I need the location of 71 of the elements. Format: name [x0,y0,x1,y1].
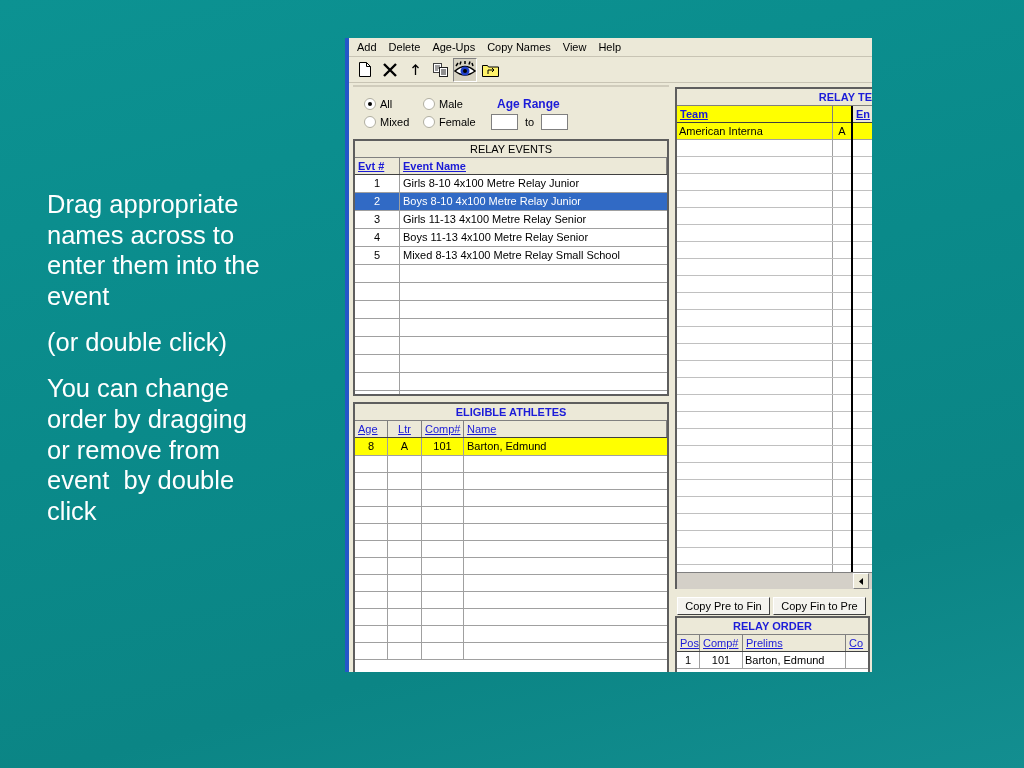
menu-item[interactable]: Add [357,38,377,56]
table-title: RELAY TE [677,89,872,106]
table-cell: 4 [355,229,400,246]
table-cell: American Interna [677,123,833,139]
table-cell: 1 [677,652,700,668]
menu-item[interactable]: Copy Names [487,38,551,56]
table-cell-text: A [837,123,847,139]
menu-item[interactable]: Delete [388,38,421,56]
table-cell: A [388,438,422,455]
table-cell: 101 [700,652,743,668]
table-row[interactable]: 1 Girls 8-10 4x100 Metre Relay Junior [355,175,667,193]
table-cell: 5 [355,247,400,264]
slide-paragraph: Drag appropriate names across to enter them into the event [47,189,261,312]
toolbar-button[interactable] [453,57,477,82]
slide-paragraph: You can change order by dragging or remove from event by double click [47,373,248,527]
table-cell: 2 [355,193,400,210]
menu-item[interactable]: Age-Ups [432,38,476,56]
table-cell-text: Girls 8-10 4x100 Metre Relay Junior [402,176,581,192]
slide-paragraph: (or double click) [47,327,228,358]
to-label: to [525,114,535,130]
menu-item[interactable]: View [562,38,587,56]
table-cell-text: Girls 11-13 4x100 Metre Relay Senior [402,212,588,228]
column-header[interactable]: Team [677,106,833,122]
copy-button[interactable]: Copy Fin to Pre [773,597,866,615]
table-row[interactable]: 4 Boys 11-13 4x100 Metre Relay Senior [355,229,667,247]
table-cell: 101 [422,438,464,455]
menu-item[interactable]: Help [598,38,622,56]
copy-icon [432,62,448,77]
radio-option[interactable]: Male [423,95,491,113]
age-range-label: Age Range [497,96,560,113]
left-arrow-icon [859,577,863,585]
column-header[interactable]: Ltr [388,421,422,437]
column-header[interactable]: Comp# [700,635,743,651]
radio-option[interactable]: Mixed [364,113,423,131]
copy-button[interactable]: Copy Pre to Fin [677,597,770,615]
table-cell: Barton, Edmund [743,652,846,668]
table-cell-text: Barton, Edmund [466,439,548,455]
column-header[interactable]: Prelims [743,635,846,651]
column-header[interactable]: Co [846,635,868,651]
column-header[interactable]: Name [464,421,667,437]
table-cell-text: Mixed 8-13 4x100 Metre Relay Small School [402,248,622,264]
radio-option[interactable]: Female [423,113,491,131]
table-cell: 1 [355,175,400,192]
table-title: RELAY ORDER [677,618,868,635]
column-header[interactable]: Event Name [400,158,667,174]
table-cell: 8 [355,438,388,455]
eye-icon [454,60,476,79]
column-header[interactable]: Pos [677,635,700,651]
table-row[interactable]: 3 Girls 11-13 4x100 Metre Relay Senior [355,211,667,229]
age-to-field[interactable] [541,114,569,130]
radio-option[interactable]: All [364,95,423,113]
age-from-field[interactable] [491,114,518,130]
table-row[interactable]: 8 A 101 Barton, Edmund [355,438,667,456]
scroll-left-button[interactable] [853,573,869,589]
column-header[interactable]: Comp# [422,421,464,437]
table-title: ELIGIBLE ATHLETES [355,404,667,421]
horizontal-scrollbar[interactable] [677,572,872,589]
table-cell-text: Boys 8-10 4x100 Metre Relay Junior [402,194,582,210]
column-header[interactable]: Age [355,421,388,437]
column-header[interactable]: En [853,106,872,122]
x-icon [383,62,397,77]
table-row[interactable]: 2 Boys 8-10 4x100 Metre Relay Junior [355,193,667,211]
table-title: RELAY EVENTS [355,141,667,158]
table-row[interactable]: American Interna A [677,123,851,140]
column-header[interactable]: Evt # [355,158,400,174]
blank-page-icon [359,62,371,77]
table-row[interactable]: 5 Mixed 8-13 4x100 Metre Relay Small School [355,247,667,265]
folder-arrow-icon [481,62,499,77]
table-cell: 3 [355,211,400,228]
up-arrow-icon [411,64,419,75]
table-cell-text: Boys 11-13 4x100 Metre Relay Senior [402,230,590,246]
